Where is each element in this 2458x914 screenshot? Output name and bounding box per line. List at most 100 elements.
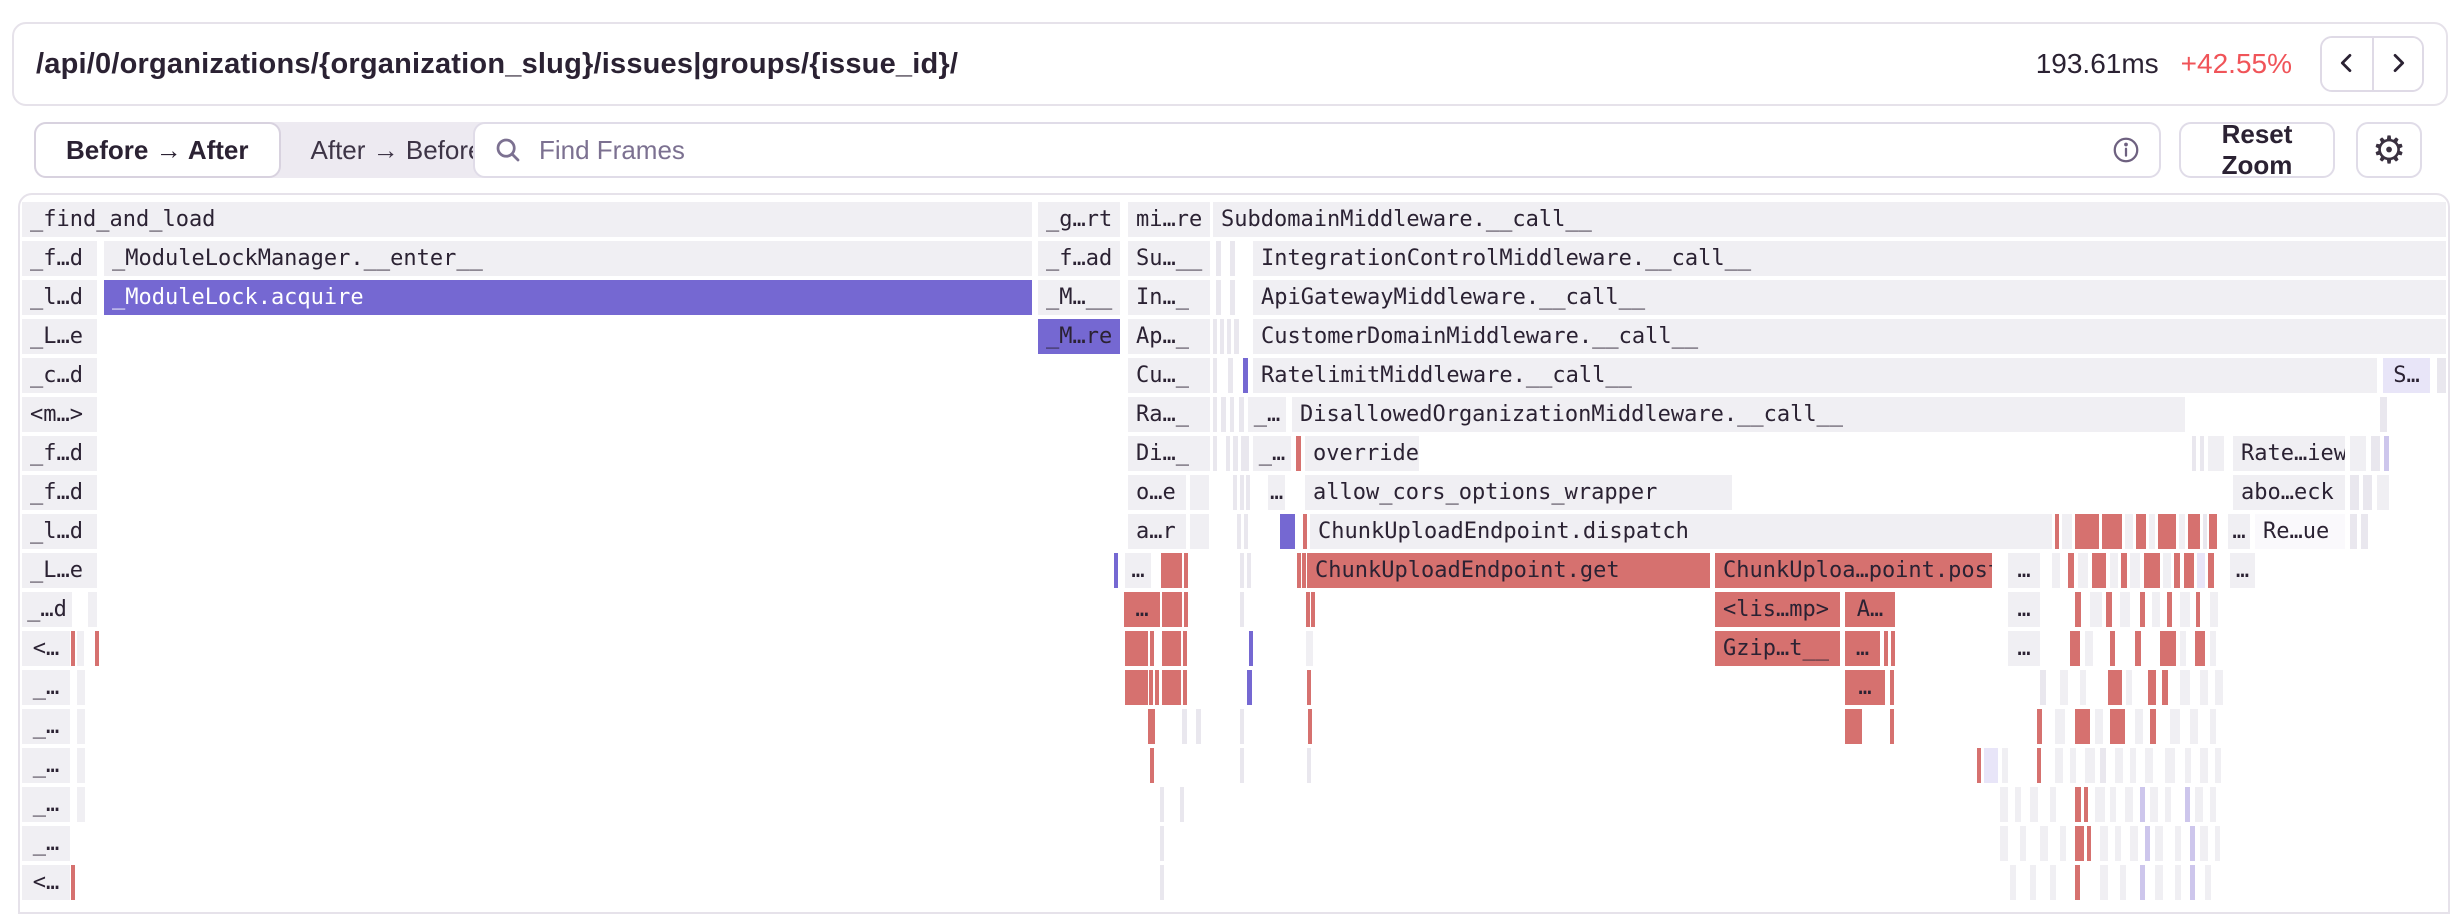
flame-frame[interactable]: _…	[22, 826, 70, 861]
flame-frame-sliver[interactable]	[1307, 670, 1311, 705]
flame-frame[interactable]: _g…rt	[1038, 202, 1120, 237]
flame-frame-sliver[interactable]	[1184, 553, 1188, 588]
flame-frame-sliver[interactable]	[1160, 865, 1164, 900]
flame-frame[interactable]: …	[2008, 631, 2040, 666]
flame-frame-sliver[interactable]	[2185, 787, 2190, 822]
flame-frame-sliver[interactable]	[1237, 514, 1241, 549]
flame-frame[interactable]: …	[2008, 592, 2040, 627]
flame-frame-sliver[interactable]	[1243, 358, 1248, 393]
flame-frame[interactable]: …	[1845, 670, 1885, 705]
flame-frame-sliver[interactable]	[2160, 631, 2176, 666]
flame-frame[interactable]: DisallowedOrganizationMiddleware.__call_…	[1292, 397, 2185, 432]
flame-frame-sliver[interactable]	[1247, 670, 1252, 705]
search-input[interactable]	[537, 134, 2111, 167]
flame-frame-sliver[interactable]	[2196, 592, 2200, 627]
flame-frame-sliver[interactable]	[2167, 592, 2172, 627]
flame-frame-sliver[interactable]	[2115, 826, 2121, 861]
flame-frame[interactable]: A…	[1845, 592, 1895, 627]
flame-frame-sliver[interactable]	[1230, 241, 1235, 276]
flame-frame-sliver[interactable]	[2037, 748, 2041, 783]
flame-frame-sliver[interactable]	[2020, 826, 2026, 861]
flame-frame-sliver[interactable]	[2110, 709, 2125, 744]
flame-frame-sliver[interactable]	[2080, 670, 2086, 705]
flame-frame-sliver[interactable]	[2095, 709, 2103, 744]
flame-frame-sliver[interactable]	[1184, 592, 1188, 627]
flame-frame-sliver[interactable]	[2165, 748, 2175, 783]
flame-frame[interactable]: Ra…_	[1128, 397, 1210, 432]
flame-frame[interactable]: …	[2008, 553, 2040, 588]
flame-frame-sliver[interactable]	[2125, 787, 2133, 822]
flame-frame-sliver[interactable]	[1114, 553, 1118, 588]
flame-frame-sliver[interactable]	[2085, 748, 2095, 783]
flame-frame-sliver[interactable]	[2002, 748, 2008, 783]
flame-frame-sliver[interactable]	[2174, 553, 2180, 588]
flame-frame-sliver[interactable]	[2210, 709, 2216, 744]
flame-frame-sliver[interactable]	[2179, 514, 2185, 549]
settings-button[interactable]: ⚙	[2356, 122, 2422, 178]
flame-frame-sliver[interactable]	[2184, 553, 2194, 588]
flame-frame-sliver[interactable]	[1239, 397, 1244, 432]
flame-frame-sliver[interactable]	[2180, 670, 2190, 705]
flame-frame-sliver[interactable]	[77, 670, 85, 705]
info-icon[interactable]	[2111, 135, 2141, 165]
flame-frame-sliver[interactable]	[2371, 436, 2380, 471]
flame-frame-sliver[interactable]	[2040, 670, 2046, 705]
flame-frame[interactable]: CustomerDomainMiddleware.__call__	[1253, 319, 2446, 354]
flame-frame-sliver[interactable]	[2195, 787, 2203, 822]
flame-frame[interactable]: Gzip…t__	[1715, 631, 1840, 666]
flame-frame-sliver[interactable]	[2040, 826, 2048, 861]
flame-frame-sliver[interactable]	[1234, 319, 1239, 354]
flame-frame[interactable]: _c…d	[22, 358, 97, 393]
flame-frame-sliver[interactable]	[77, 787, 85, 822]
flame-frame-sliver[interactable]	[2030, 865, 2036, 900]
flame-frame-sliver[interactable]	[2075, 709, 2090, 744]
next-button[interactable]	[2372, 38, 2422, 90]
flame-frame-sliver[interactable]	[1884, 631, 1888, 666]
flame-frame-sliver[interactable]	[2010, 865, 2016, 900]
flame-frame-sliver[interactable]	[2155, 826, 2163, 861]
flame-frame[interactable]: SubdomainMiddleware.__call__	[1213, 202, 2446, 237]
flame-frame-sliver[interactable]	[2215, 748, 2221, 783]
flame-frame-sliver[interactable]	[2380, 397, 2387, 432]
flame-frame-sliver[interactable]	[1220, 319, 1224, 354]
flame-frame-sliver[interactable]	[2120, 592, 2130, 627]
flame-frame[interactable]: In…_	[1128, 280, 1210, 315]
flame-frame-sliver[interactable]	[2149, 514, 2155, 549]
flame-frame-sliver[interactable]	[2155, 865, 2163, 900]
flame-frame-sliver[interactable]	[2050, 865, 2056, 900]
flame-frame-sliver[interactable]	[2208, 553, 2214, 588]
flame-frame-sliver[interactable]	[2055, 709, 2065, 744]
flame-frame-sliver[interactable]	[1183, 631, 1187, 666]
flame-frame-sliver[interactable]	[1180, 787, 1184, 822]
flame-frame-sliver[interactable]	[1155, 670, 1159, 705]
flame-frame-sliver[interactable]	[2203, 514, 2207, 549]
flame-frame-sliver[interactable]	[2092, 553, 2106, 588]
flame-frame-sliver[interactable]	[1297, 553, 1301, 588]
flame-frame[interactable]: ChunkUploa…point.post	[1715, 553, 1992, 588]
flame-frame-sliver[interactable]	[1227, 319, 1231, 354]
flame-frame-sliver[interactable]	[2068, 553, 2074, 588]
flame-frame-sliver[interactable]	[2125, 514, 2133, 549]
flame-frame[interactable]: mi…re	[1128, 202, 1210, 237]
flame-frame-sliver[interactable]	[1244, 514, 1248, 549]
flame-frame[interactable]: …	[2230, 553, 2255, 588]
flame-frame-sliver[interactable]	[1162, 670, 1181, 705]
flame-frame-sliver[interactable]	[2144, 553, 2160, 588]
flame-frame[interactable]: _…	[22, 709, 70, 744]
flame-frame-sliver[interactable]	[2185, 748, 2191, 783]
find-frames-search[interactable]	[473, 122, 2161, 178]
flame-frame-sliver[interactable]	[2140, 787, 2145, 822]
flame-frame-sliver[interactable]	[1149, 670, 1153, 705]
flame-frame-sliver[interactable]	[2100, 748, 2106, 783]
flame-frame[interactable]: _f…d	[22, 475, 97, 510]
flame-frame-sliver[interactable]	[2102, 514, 2122, 549]
flame-frame[interactable]: ChunkUploadEndpoint.dispatch	[1310, 514, 2052, 549]
flame-frame-sliver[interactable]	[1226, 436, 1230, 471]
flame-frame-sliver[interactable]	[2190, 865, 2195, 900]
flamegraph-panel[interactable]: _find_and_load_g…rtmi…reSubdomainMiddlew…	[18, 193, 2450, 914]
flame-frame[interactable]: RatelimitMiddleware.__call__	[1253, 358, 2377, 393]
flame-frame-sliver[interactable]	[1125, 670, 1148, 705]
flame-frame[interactable]: _M…__	[1038, 280, 1120, 315]
flame-frame[interactable]: a…r	[1128, 514, 1186, 549]
flame-frame-sliver[interactable]	[2095, 787, 2105, 822]
